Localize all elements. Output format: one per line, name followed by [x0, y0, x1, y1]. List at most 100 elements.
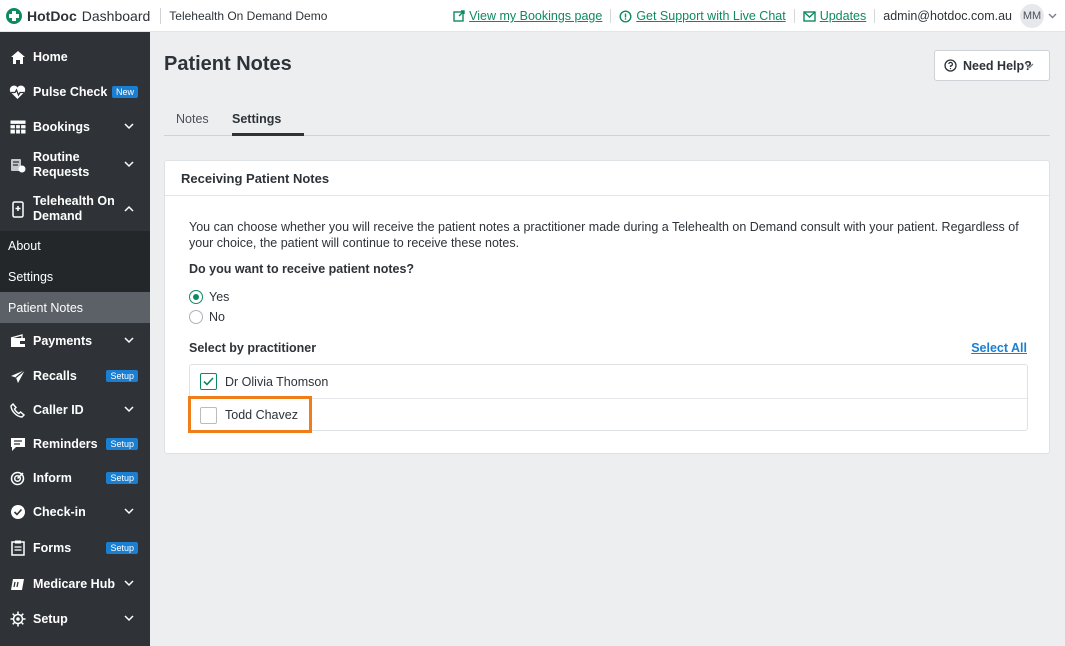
hotdoc-logo-icon [6, 7, 22, 24]
sidebar-item-label: Inform [33, 470, 72, 485]
new-badge: New [111, 86, 138, 98]
radio-button[interactable] [189, 310, 203, 324]
brand-name: HotDoc [27, 7, 77, 24]
sidebar-subitem-patient-notes[interactable]: Patient Notes [0, 292, 150, 323]
select-all-link[interactable]: Select All [971, 341, 1027, 355]
heart-pulse-icon [9, 84, 26, 101]
view-bookings-link[interactable]: View my Bookings page [453, 9, 602, 23]
sidebar-item-inform[interactable]: Inform Setup [0, 461, 150, 495]
sidebar-item-recalls[interactable]: Recalls Setup [0, 359, 150, 393]
card-title: Receiving Patient Notes [165, 161, 1049, 196]
chevron-down-icon [124, 123, 134, 130]
check-icon [203, 377, 214, 386]
user-email: admin@hotdoc.com.au [883, 9, 1012, 23]
sidebar-item-reminders[interactable]: Reminders Setup [0, 427, 150, 461]
receiving-notes-card: Receiving Patient Notes You can choose w… [164, 160, 1050, 454]
radio-no[interactable]: No [189, 310, 225, 324]
setup-badge: Setup [106, 542, 138, 554]
sidebar-subitem-settings[interactable]: Settings [0, 261, 150, 292]
chevron-down-icon [1025, 63, 1034, 69]
chevron-up-icon [124, 205, 134, 212]
clipboard-icon [9, 540, 26, 557]
top-separator [874, 9, 876, 23]
tab-notes[interactable]: Notes [176, 112, 209, 126]
sidebar-subitem-about[interactable]: About [0, 231, 150, 261]
external-link-icon [453, 10, 465, 22]
practitioner-name: Todd Chavez [225, 408, 298, 422]
check-circle-icon [9, 504, 26, 521]
radio-yes[interactable]: Yes [189, 290, 229, 304]
top-separator [793, 9, 795, 23]
checkbox-checked[interactable] [200, 373, 217, 390]
setup-badge: Setup [106, 438, 138, 450]
chevron-down-icon[interactable] [1048, 13, 1057, 19]
active-tab-indicator [232, 133, 304, 136]
sidebar-item-label: Reminders [33, 436, 98, 451]
card-description: You can choose whether you will receive … [189, 220, 1019, 250]
tab-settings[interactable]: Settings [232, 112, 281, 126]
sidebar-item-label: Recalls [33, 368, 77, 383]
target-icon [9, 470, 26, 487]
sidebar-item-bookings[interactable]: Bookings [0, 110, 150, 144]
sidebar-item-pulse-check[interactable]: Pulse Check New [0, 75, 150, 109]
select-by-practitioner-label: Select by practitioner [189, 341, 317, 355]
home-icon [9, 49, 26, 66]
calendar-grid-icon [9, 119, 26, 136]
sidebar-item-home[interactable]: Home [0, 40, 150, 74]
live-chat-link[interactable]: Get Support with Live Chat [619, 9, 786, 23]
phone-device-icon [9, 200, 26, 218]
view-bookings-label: View my Bookings page [469, 9, 603, 23]
wallet-icon [9, 333, 26, 350]
live-chat-label: Get Support with Live Chat [636, 9, 786, 23]
chevron-down-icon [124, 580, 134, 587]
chevron-down-icon [124, 615, 134, 622]
chevron-down-icon [124, 337, 134, 344]
sidebar-item-caller-id[interactable]: Caller ID [0, 393, 150, 427]
sidebar-item-label: Caller ID [33, 402, 84, 417]
clinic-name[interactable]: Telehealth On Demand Demo [169, 9, 327, 23]
sidebar-item-label: Check-in [33, 504, 86, 519]
chevron-down-icon [124, 406, 134, 413]
updates-link[interactable]: Updates [803, 9, 866, 23]
sidebar: Home Pulse Check New Bookings Routine Re… [0, 32, 150, 646]
chat-circle-icon [619, 9, 632, 23]
sidebar-item-label: Forms [33, 540, 72, 555]
sidebar-item-telehealth-on-demand[interactable]: Telehealth On Demand [0, 189, 150, 229]
sidebar-item-label: Medicare Hub [33, 576, 115, 591]
avatar[interactable]: MM [1020, 4, 1044, 28]
radio-button-selected[interactable] [189, 290, 203, 304]
need-help-label: Need Help? [963, 58, 1032, 73]
sidebar-item-label: Bookings [33, 119, 90, 134]
chevron-down-icon [124, 508, 134, 515]
sidebar-item-setup[interactable]: Setup [0, 602, 150, 636]
gear-icon [9, 611, 26, 628]
practitioner-list: Dr Olivia Thomson Todd Chavez [189, 364, 1028, 431]
checkbox-unchecked[interactable] [200, 406, 217, 424]
chevron-down-icon [124, 161, 134, 168]
sidebar-item-routine-requests[interactable]: Routine Requests [0, 146, 150, 184]
sidebar-item-forms[interactable]: Forms Setup [0, 531, 150, 565]
list-item[interactable]: Dr Olivia Thomson [190, 365, 1027, 398]
envelope-icon [803, 10, 816, 22]
paper-plane-icon [9, 368, 26, 385]
sidebar-item-label: Pulse Check [33, 84, 108, 99]
sidebar-item-medicare-hub[interactable]: Medicare Hub [0, 567, 150, 601]
list-item[interactable]: Todd Chavez [190, 398, 1027, 431]
need-help-button[interactable]: Need Help? [934, 50, 1050, 81]
setup-badge: Setup [106, 370, 138, 382]
sidebar-item-label: Home [33, 49, 68, 64]
practitioner-name: Dr Olivia Thomson [225, 374, 329, 389]
question-circle-icon [944, 59, 957, 72]
brand-section: Dashboard [81, 7, 151, 24]
radio-no-label: No [209, 310, 225, 324]
sidebar-item-check-in[interactable]: Check-in [0, 495, 150, 529]
routine-requests-icon [9, 157, 26, 174]
header-divider [160, 7, 162, 24]
sidebar-item-label: Setup [33, 611, 68, 626]
brand[interactable]: HotDoc Dashboard [0, 0, 150, 31]
sidebar-item-payments[interactable]: Payments [0, 324, 150, 358]
sidebar-item-label: Payments [33, 333, 93, 348]
sidebar-item-label: Routine Requests [33, 150, 90, 179]
top-separator [610, 9, 612, 23]
chat-bubble-icon [9, 436, 26, 453]
